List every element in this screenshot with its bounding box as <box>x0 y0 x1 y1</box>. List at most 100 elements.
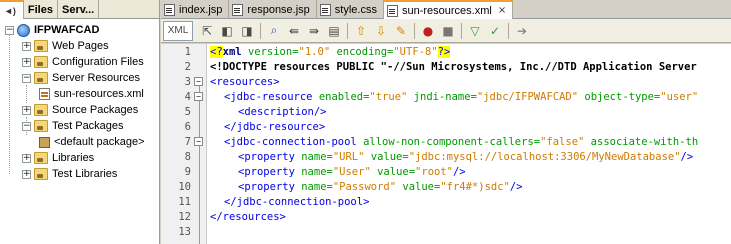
tab-projects[interactable]: ◄) <box>0 0 24 19</box>
package-folder-icon <box>34 120 48 132</box>
tree-item-source-packages[interactable]: + Source Packages <box>0 102 159 118</box>
expand-toggle[interactable]: + <box>22 57 31 67</box>
expand-toggle[interactable]: + <box>22 41 31 51</box>
tree-item-test-libraries[interactable]: + Test Libraries <box>0 166 159 182</box>
toolbar-separator <box>461 22 462 39</box>
folder-icon <box>34 56 48 68</box>
code-line[interactable]: 6 </jdbc-resource> <box>161 119 731 134</box>
library-folder-icon <box>34 168 48 180</box>
editor-toolbar: XML ⇱ ◧ ◨ ⌕ ⇚ ⇛ ▤ ⇧ ⇩ ✎ ● ■ ▽ ✓ ➔ <box>161 19 731 43</box>
find-next-icon[interactable]: ⇛ <box>304 21 324 41</box>
line-number: 5 <box>184 105 191 118</box>
xml-view-button[interactable]: XML <box>163 20 193 41</box>
collapse-toggle[interactable]: − <box>5 25 14 35</box>
find-icon[interactable]: ⌕ <box>264 21 284 41</box>
tree-item-web-pages[interactable]: + Web Pages <box>0 38 159 54</box>
tree-item-server-resources[interactable]: − Server Resources <box>0 70 159 86</box>
check-xml-icon[interactable]: ▽ <box>465 21 485 41</box>
code-line[interactable]: 1 <?xml version="1.0" encoding="UTF-8"?> <box>161 44 731 59</box>
tab-label: sun-resources.xml <box>401 4 492 17</box>
code-text: <?xml version="1.0" encoding="UTF-8"?> <box>210 45 451 58</box>
collapse-toggle[interactable]: − <box>22 73 31 83</box>
editor-area: index.jsp response.jsp style.css sun-res… <box>161 0 731 244</box>
tree-item-label: Server Resources <box>52 72 141 84</box>
last-edit-icon[interactable]: ⇱ <box>197 21 217 41</box>
start-macro-icon[interactable]: ● <box>418 21 438 41</box>
code-text: <property name="User" value="root"/> <box>238 165 466 178</box>
xsl-transform-icon[interactable]: ➔ <box>512 21 532 41</box>
tree-item-label: Web Pages <box>52 40 109 52</box>
line-number: 7 <box>184 135 191 148</box>
line-number: 12 <box>178 210 191 223</box>
tree-item-libraries[interactable]: + Libraries <box>0 150 159 166</box>
projects-panel: ◄) Files Serv... − IFPWAFCAD + Web Pages… <box>0 0 160 244</box>
projects-tab-icon: ◄) <box>4 5 16 16</box>
tree-item-test-packages[interactable]: − Test Packages <box>0 118 159 134</box>
toggle-bookmark-icon[interactable]: ✎ <box>391 21 411 41</box>
tree-item-project[interactable]: − IFPWAFCAD <box>0 22 159 38</box>
close-tab-icon[interactable]: × <box>498 5 506 16</box>
code-text: <property name="Password" value="fr4#*)s… <box>238 180 523 193</box>
code-text: <!DOCTYPE resources PUBLIC "-//Sun Micro… <box>210 60 697 73</box>
css-file-icon <box>319 3 331 16</box>
code-line[interactable]: 4 − <jdbc-resource enabled="true" jndi-n… <box>161 89 731 104</box>
jsp-file-icon <box>232 3 244 16</box>
expand-toggle[interactable]: + <box>22 105 31 115</box>
web-project-icon <box>17 23 30 37</box>
toolbar-separator <box>414 22 415 39</box>
jsp-file-icon <box>164 3 175 16</box>
tree-item-label: Source Packages <box>52 104 139 116</box>
code-text: </jdbc-connection-pool> <box>224 195 370 208</box>
find-previous-icon[interactable]: ⇚ <box>284 21 304 41</box>
panel-tabs: ◄) Files Serv... <box>0 0 159 19</box>
stop-macro-icon[interactable]: ■ <box>438 21 458 41</box>
code-line[interactable]: 3 − <resources> <box>161 74 731 89</box>
line-number: 8 <box>184 150 191 163</box>
tab-index-jsp[interactable]: index.jsp <box>161 0 230 19</box>
collapse-toggle[interactable]: − <box>22 121 31 131</box>
expand-toggle[interactable]: + <box>22 169 31 179</box>
line-number: 4 <box>184 90 191 103</box>
tree-item-label: Test Packages <box>52 120 124 132</box>
code-line[interactable]: 10 <property name="Password" value="fr4#… <box>161 179 731 194</box>
tab-services[interactable]: Serv... <box>58 0 100 19</box>
code-line[interactable]: 12 </resources> <box>161 209 731 224</box>
code-editor[interactable]: 1 <?xml version="1.0" encoding="UTF-8"?>… <box>161 44 731 244</box>
code-text: <property name="URL" value="jdbc:mysql:/… <box>238 150 694 163</box>
validate-xml-icon[interactable]: ✓ <box>485 21 505 41</box>
tree-item-configuration-files[interactable]: + Configuration Files <box>0 54 159 70</box>
tab-sun-resources-xml[interactable]: sun-resources.xml × <box>383 0 514 19</box>
code-text: </jdbc-resource> <box>224 120 326 133</box>
code-line[interactable]: 8 <property name="URL" value="jdbc:mysql… <box>161 149 731 164</box>
fold-toggle[interactable]: − <box>194 77 203 86</box>
code-line[interactable]: 5 <description/> <box>161 104 731 119</box>
line-number: 13 <box>178 225 191 238</box>
tree-item-default-package[interactable]: <default package> <box>0 134 159 150</box>
xml-file-icon <box>39 88 50 100</box>
code-line[interactable]: 2 <!DOCTYPE resources PUBLIC "-//Sun Mic… <box>161 59 731 74</box>
tree-item-sun-resources[interactable]: sun-resources.xml <box>0 86 159 102</box>
tab-style-css[interactable]: style.css <box>317 0 384 19</box>
find-selection-icon[interactable]: ▤ <box>324 21 344 41</box>
back-icon[interactable]: ◧ <box>217 21 237 41</box>
fold-toggle[interactable]: − <box>194 137 203 146</box>
next-bookmark-icon[interactable]: ⇩ <box>371 21 391 41</box>
line-number: 3 <box>184 75 191 88</box>
project-tree: − IFPWAFCAD + Web Pages + Configuration … <box>0 19 159 244</box>
tab-files[interactable]: Files <box>24 0 58 19</box>
code-line[interactable]: 13 <box>161 224 731 239</box>
forward-icon[interactable]: ◨ <box>237 21 257 41</box>
expand-toggle[interactable]: + <box>22 153 31 163</box>
tab-response-jsp[interactable]: response.jsp <box>229 0 317 19</box>
toolbar-separator <box>347 22 348 39</box>
fold-toggle[interactable]: − <box>194 92 203 101</box>
code-line[interactable]: 9 <property name="User" value="root"/> <box>161 164 731 179</box>
previous-bookmark-icon[interactable]: ⇧ <box>351 21 371 41</box>
code-text: <jdbc-resource enabled="true" jndi-name=… <box>224 90 699 103</box>
library-folder-icon <box>34 152 48 164</box>
folder-icon <box>34 40 48 52</box>
toolbar-separator <box>508 22 509 39</box>
code-line[interactable]: 11 </jdbc-connection-pool> <box>161 194 731 209</box>
line-number: 9 <box>184 165 191 178</box>
code-line[interactable]: 7 − <jdbc-connection-pool allow-non-comp… <box>161 134 731 149</box>
